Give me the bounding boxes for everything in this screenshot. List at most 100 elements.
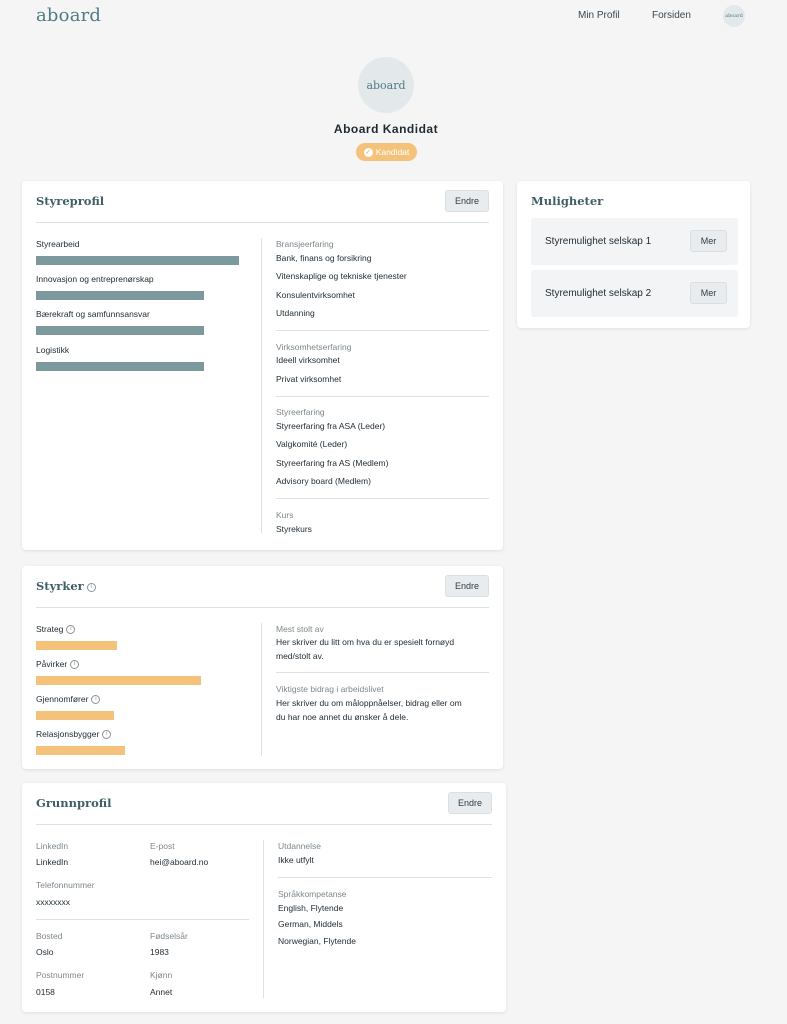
- muligheter-card: Muligheter Styremulighet selskap 1 Mer S…: [517, 181, 750, 328]
- styreerfaring-item: Valgkomité (Leder): [276, 439, 348, 449]
- info-icon[interactable]: i: [91, 694, 101, 704]
- styrker-title-text: Styrker: [36, 579, 84, 593]
- competency-bar: [36, 291, 204, 300]
- badge-label: Kandidat: [375, 147, 410, 157]
- bransje-item: Konsulentvirksomhet: [276, 290, 355, 300]
- role-label-text: Strateg: [36, 624, 64, 634]
- divider: [36, 607, 489, 608]
- more-button[interactable]: Mer: [690, 282, 727, 304]
- info-icon[interactable]: i: [86, 582, 96, 592]
- fodselsar-label: Fødselsår: [150, 931, 188, 941]
- styreerfaring-item: Advisory board (Medlem): [276, 476, 371, 486]
- user-avatar[interactable]: aboard: [723, 5, 745, 27]
- styrker-title: Styrker i: [36, 579, 96, 593]
- role-bar: [36, 711, 114, 720]
- role-label: Relasjonsbygger i: [36, 729, 112, 739]
- virksomhet-item: Privat virksomhet: [276, 374, 342, 384]
- bransje-item: Vitenskaplige og tekniske tjenester: [276, 271, 407, 281]
- role-label: Påvirker i: [36, 659, 80, 669]
- info-icon[interactable]: i: [102, 729, 112, 739]
- telefon-label: Telefonnummer: [36, 880, 95, 890]
- opportunity-item[interactable]: Styremulighet selskap 2 Mer: [531, 270, 738, 317]
- styreprofil-card: Styreprofil Endre Styrearbeid Innovasjon…: [22, 181, 503, 550]
- profile-name: Aboard Kandidat: [333, 122, 439, 136]
- check-circle-icon: ✓: [363, 147, 373, 157]
- sprak-label: Språkkompetanse: [278, 889, 347, 899]
- bosted-label: Bosted: [36, 931, 63, 941]
- info-icon[interactable]: i: [70, 659, 80, 669]
- competency-bar: [36, 362, 204, 371]
- styrker-card: Styrker i Endre Strateg i Påvirker i Gjenno…: [22, 566, 503, 769]
- opportunity-name: Styremulighet selskap 2: [545, 288, 652, 299]
- bosted-value: Oslo: [36, 947, 54, 957]
- opportunity-name: Styremulighet selskap 1: [545, 236, 652, 247]
- bransje-label: Bransjeerfaring: [276, 239, 334, 249]
- styrker-edit-button[interactable]: Endre: [445, 575, 489, 597]
- contrib-text: Her skriver du om måloppnåelser, bidrag …: [276, 698, 462, 708]
- divider: [36, 824, 492, 825]
- virksomhet-label: Virksomhetserfaring: [276, 342, 352, 352]
- contrib-label: Viktigste bidrag i arbeidslivet: [276, 684, 384, 694]
- kjonn-value: Annet: [150, 987, 173, 997]
- divider: [276, 396, 489, 397]
- role-bar: [36, 641, 117, 650]
- info-icon[interactable]: i: [66, 624, 76, 634]
- more-button[interactable]: Mer: [690, 230, 727, 252]
- grunnprofil-card: Grunnprofil Endre LinkedIn LinkedIn E-po…: [22, 783, 506, 1012]
- role-label-text: Gjennomfører: [36, 694, 89, 704]
- competency-label: Innovasjon og entreprenørskap: [36, 274, 154, 284]
- styreerfaring-item: Styreerfaring fra ASA (Leder): [276, 421, 386, 431]
- divider: [278, 877, 492, 878]
- proud-label: Mest stolt av: [276, 624, 324, 634]
- divider: [276, 672, 489, 673]
- epost-label: E-post: [150, 841, 175, 851]
- role-label: Strateg i: [36, 624, 76, 634]
- role-bar: [36, 676, 201, 685]
- bransje-item: Bank, finans og forsikring: [276, 253, 372, 263]
- sprak-item: English, Flytende: [278, 903, 344, 913]
- aboard-logo[interactable]: aboard: [36, 5, 101, 26]
- role-label-text: Påvirker: [36, 659, 68, 669]
- linkedin-label: LinkedIn: [36, 841, 69, 851]
- styreerfaring-item: Styreerfaring fra AS (Medlem): [276, 458, 389, 468]
- role-label-text: Relasjonsbygger: [36, 729, 100, 739]
- divider: [36, 222, 489, 223]
- opportunity-item[interactable]: Styremulighet selskap 1 Mer: [531, 218, 738, 265]
- profile-avatar: aboard: [358, 57, 414, 113]
- divider: [36, 919, 249, 920]
- sprak-item: Norwegian, Flytende: [278, 936, 356, 946]
- competency-bar: [36, 326, 204, 335]
- competency-bar: [36, 256, 239, 265]
- kurs-item: Styrekurs: [276, 524, 312, 534]
- telefon-value: xxxxxxxx: [36, 897, 70, 907]
- grunnprofil-title: Grunnprofil: [36, 796, 112, 810]
- bransje-item: Utdanning: [276, 308, 315, 318]
- role-bar: [36, 746, 125, 755]
- virksomhet-item: Ideell virksomhet: [276, 355, 340, 365]
- linkedin-value[interactable]: LinkedIn: [36, 857, 68, 867]
- utdannelse-label: Utdannelse: [278, 841, 322, 851]
- contrib-text: du har noe annet du ønsker å dele.: [276, 712, 409, 722]
- styreprofil-title: Styreprofil: [36, 194, 105, 208]
- role-label: Gjennomfører i: [36, 694, 101, 704]
- kjonn-label: Kjønn: [150, 970, 173, 980]
- grunnprofil-edit-button[interactable]: Endre: [448, 792, 492, 814]
- styreerfaring-label: Styreerfaring: [276, 407, 325, 417]
- divider: [276, 330, 489, 331]
- column-divider: [263, 840, 264, 998]
- competency-label: Logistikk: [36, 345, 70, 355]
- column-divider: [261, 623, 262, 756]
- status-badge: ✓ Kandidat: [356, 143, 417, 161]
- postnummer-label: Postnummer: [36, 970, 85, 980]
- kurs-label: Kurs: [276, 510, 294, 520]
- competency-label: Bærekraft og samfunnsansvar: [36, 309, 150, 319]
- fodselsar-value: 1983: [150, 947, 169, 957]
- nav-forsiden[interactable]: Forsiden: [652, 10, 691, 21]
- styreprofil-edit-button[interactable]: Endre: [445, 190, 489, 212]
- utdannelse-value: Ikke utfylt: [278, 855, 314, 865]
- muligheter-title: Muligheter: [531, 194, 604, 208]
- postnummer-value: 0158: [36, 987, 55, 997]
- nav-min-profil[interactable]: Min Profil: [578, 10, 620, 21]
- top-bar: aboard Min Profil Forsiden aboard: [0, 0, 787, 32]
- epost-value: hei@aboard.no: [150, 857, 209, 867]
